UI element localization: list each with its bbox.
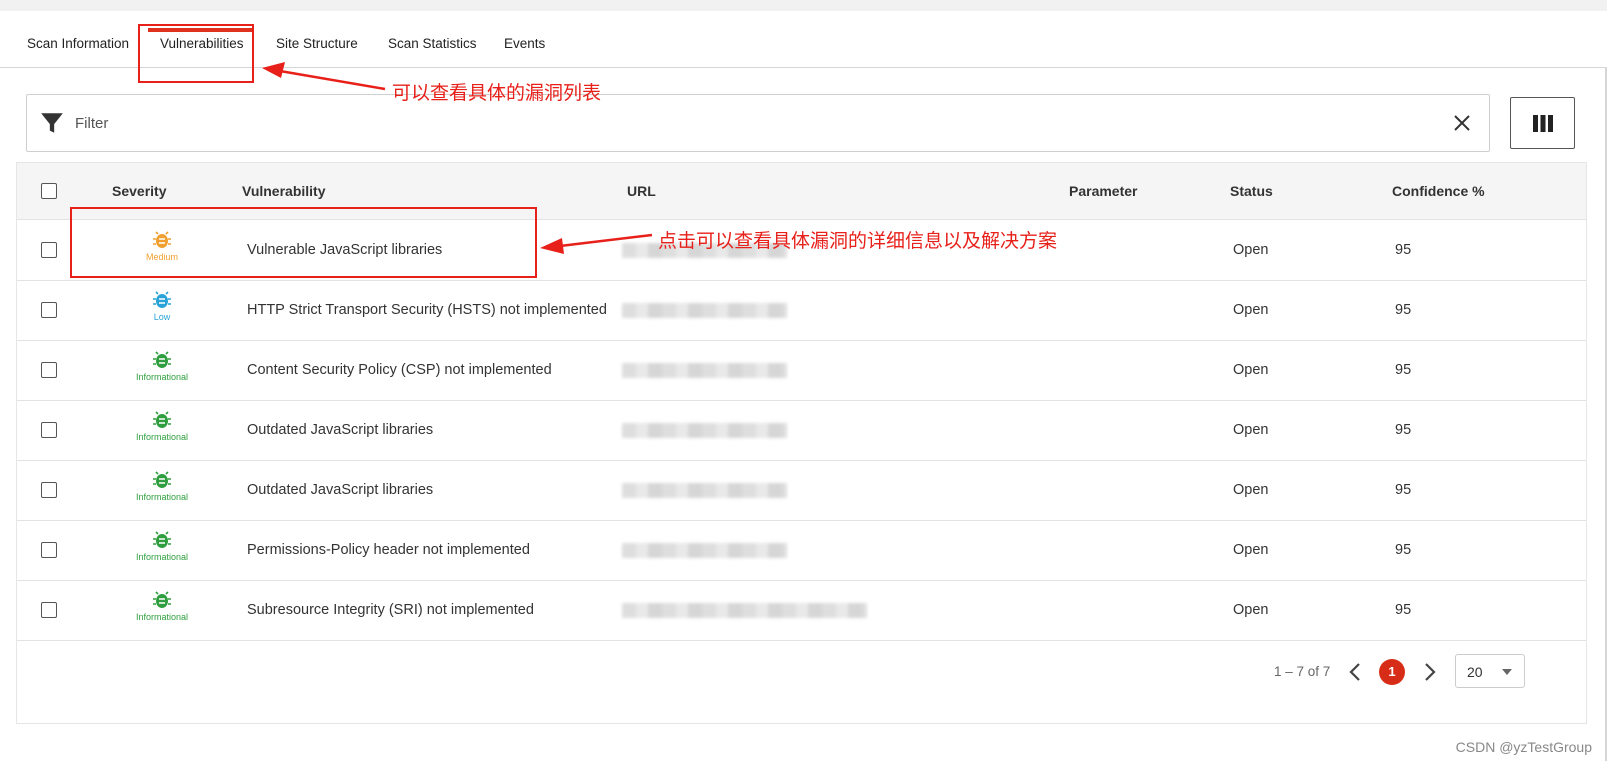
tab-annotation-text: 可以查看具体的漏洞列表 — [392, 82, 602, 104]
bug-icon — [153, 531, 171, 548]
column-severity[interactable]: Severity — [112, 163, 166, 220]
severity-cell: Informational — [112, 530, 212, 570]
column-parameter[interactable]: Parameter — [1069, 163, 1138, 220]
table-row[interactable]: Informational Permissions-Policy header n… — [17, 520, 1586, 581]
url-redacted — [622, 303, 787, 318]
confidence-cell: 95 — [1395, 602, 1412, 618]
filter-input[interactable] — [75, 95, 1425, 151]
page-size-select[interactable]: 20 — [1455, 654, 1525, 688]
vulnerability-name[interactable]: HTTP Strict Transport Security (HSTS) no… — [247, 280, 607, 341]
status-cell: Open — [1233, 302, 1269, 318]
columns-icon — [1533, 115, 1553, 132]
bug-icon — [153, 351, 171, 368]
tab-events[interactable]: Events — [504, 11, 545, 68]
vulnerability-name[interactable]: Outdated JavaScript libraries — [247, 400, 433, 461]
vulnerability-name[interactable]: Content Security Policy (CSP) not implem… — [247, 340, 552, 401]
column-chooser-button[interactable] — [1510, 97, 1575, 149]
tab-bar: Scan Information Vulnerabilities Site St… — [0, 11, 1607, 68]
bug-icon — [153, 471, 171, 488]
row-annotation-text: 点击可以查看具体漏洞的详细信息以及解决方案 — [658, 230, 1058, 252]
filter-bar — [26, 94, 1490, 152]
row-checkbox[interactable] — [41, 302, 57, 318]
row-checkbox[interactable] — [41, 482, 57, 498]
vulnerability-name[interactable]: Subresource Integrity (SRI) not implemen… — [247, 580, 534, 641]
chevron-down-icon — [1502, 669, 1512, 675]
filter-icon — [41, 113, 63, 133]
severity-cell: Informational — [112, 470, 212, 510]
severity-cell: Informational — [112, 350, 212, 390]
row-checkbox[interactable] — [41, 362, 57, 378]
bug-icon — [153, 411, 171, 428]
severity-label: Informational — [135, 552, 189, 562]
column-confidence[interactable]: Confidence % — [1392, 163, 1485, 220]
status-cell: Open — [1233, 542, 1269, 558]
status-cell: Open — [1233, 362, 1269, 378]
severity-cell: Low — [112, 290, 212, 330]
severity-cell: Informational — [112, 410, 212, 450]
severity-label: Informational — [135, 612, 189, 622]
select-all-checkbox[interactable] — [41, 183, 57, 199]
column-vulnerability[interactable]: Vulnerability — [242, 163, 326, 220]
confidence-cell: 95 — [1395, 302, 1412, 318]
confidence-cell: 95 — [1395, 362, 1412, 378]
pagination-range: 1 – 7 of 7 — [1274, 664, 1331, 679]
status-cell: Open — [1233, 242, 1269, 258]
table-row[interactable]: Informational Outdated JavaScript librari… — [17, 400, 1586, 461]
confidence-cell: 95 — [1395, 422, 1412, 438]
bug-icon — [153, 291, 171, 308]
table-header: Severity Vulnerability URL Parameter Sta… — [17, 163, 1586, 220]
column-status[interactable]: Status — [1230, 163, 1273, 220]
table-row[interactable]: Low HTTP Strict Transport Security (HSTS)… — [17, 280, 1586, 341]
confidence-cell: 95 — [1395, 242, 1412, 258]
tab-site-structure[interactable]: Site Structure — [276, 11, 358, 68]
status-cell: Open — [1233, 482, 1269, 498]
severity-label: Informational — [135, 372, 189, 382]
column-url[interactable]: URL — [627, 163, 656, 220]
table-row[interactable]: Informational Outdated JavaScript librari… — [17, 460, 1586, 521]
next-page-icon[interactable] — [1417, 660, 1441, 684]
tab-vulnerabilities[interactable]: Vulnerabilities — [160, 11, 244, 68]
status-cell: Open — [1233, 422, 1269, 438]
url-redacted — [622, 483, 787, 498]
top-bar — [0, 0, 1607, 11]
severity-label: Informational — [135, 432, 189, 442]
vulnerability-name[interactable]: Vulnerable JavaScript libraries — [247, 220, 442, 281]
url-redacted — [622, 363, 787, 378]
status-cell: Open — [1233, 602, 1269, 618]
table-row[interactable]: Informational Subresource Integrity (SRI)… — [17, 580, 1586, 641]
row-checkbox[interactable] — [41, 602, 57, 618]
bug-icon — [153, 591, 171, 608]
severity-label: Informational — [135, 492, 189, 502]
severity-cell: Medium — [112, 230, 212, 270]
previous-page-icon[interactable] — [1344, 660, 1368, 684]
severity-label: Low — [153, 312, 171, 322]
severity-label: Medium — [145, 252, 178, 262]
close-icon[interactable] — [1453, 114, 1471, 132]
watermark: CSDN @yzTestGroup — [1455, 739, 1592, 755]
url-redacted — [622, 423, 787, 438]
row-checkbox[interactable] — [41, 542, 57, 558]
vulnerability-name[interactable]: Permissions-Policy header not implemente… — [247, 520, 530, 581]
row-checkbox[interactable] — [41, 242, 57, 258]
tab-scan-information[interactable]: Scan Information — [27, 11, 129, 68]
url-redacted — [622, 543, 787, 558]
severity-cell: Informational — [112, 590, 212, 630]
confidence-cell: 95 — [1395, 482, 1412, 498]
vulnerability-name[interactable]: Outdated JavaScript libraries — [247, 460, 433, 521]
bug-icon — [153, 231, 171, 248]
confidence-cell: 95 — [1395, 542, 1412, 558]
tab-scan-statistics[interactable]: Scan Statistics — [388, 11, 477, 68]
row-checkbox[interactable] — [41, 422, 57, 438]
table-row[interactable]: Informational Content Security Policy (CS… — [17, 340, 1586, 401]
url-redacted — [622, 603, 867, 618]
current-page-badge[interactable]: 1 — [1379, 659, 1405, 685]
page-size-value: 20 — [1467, 664, 1483, 680]
